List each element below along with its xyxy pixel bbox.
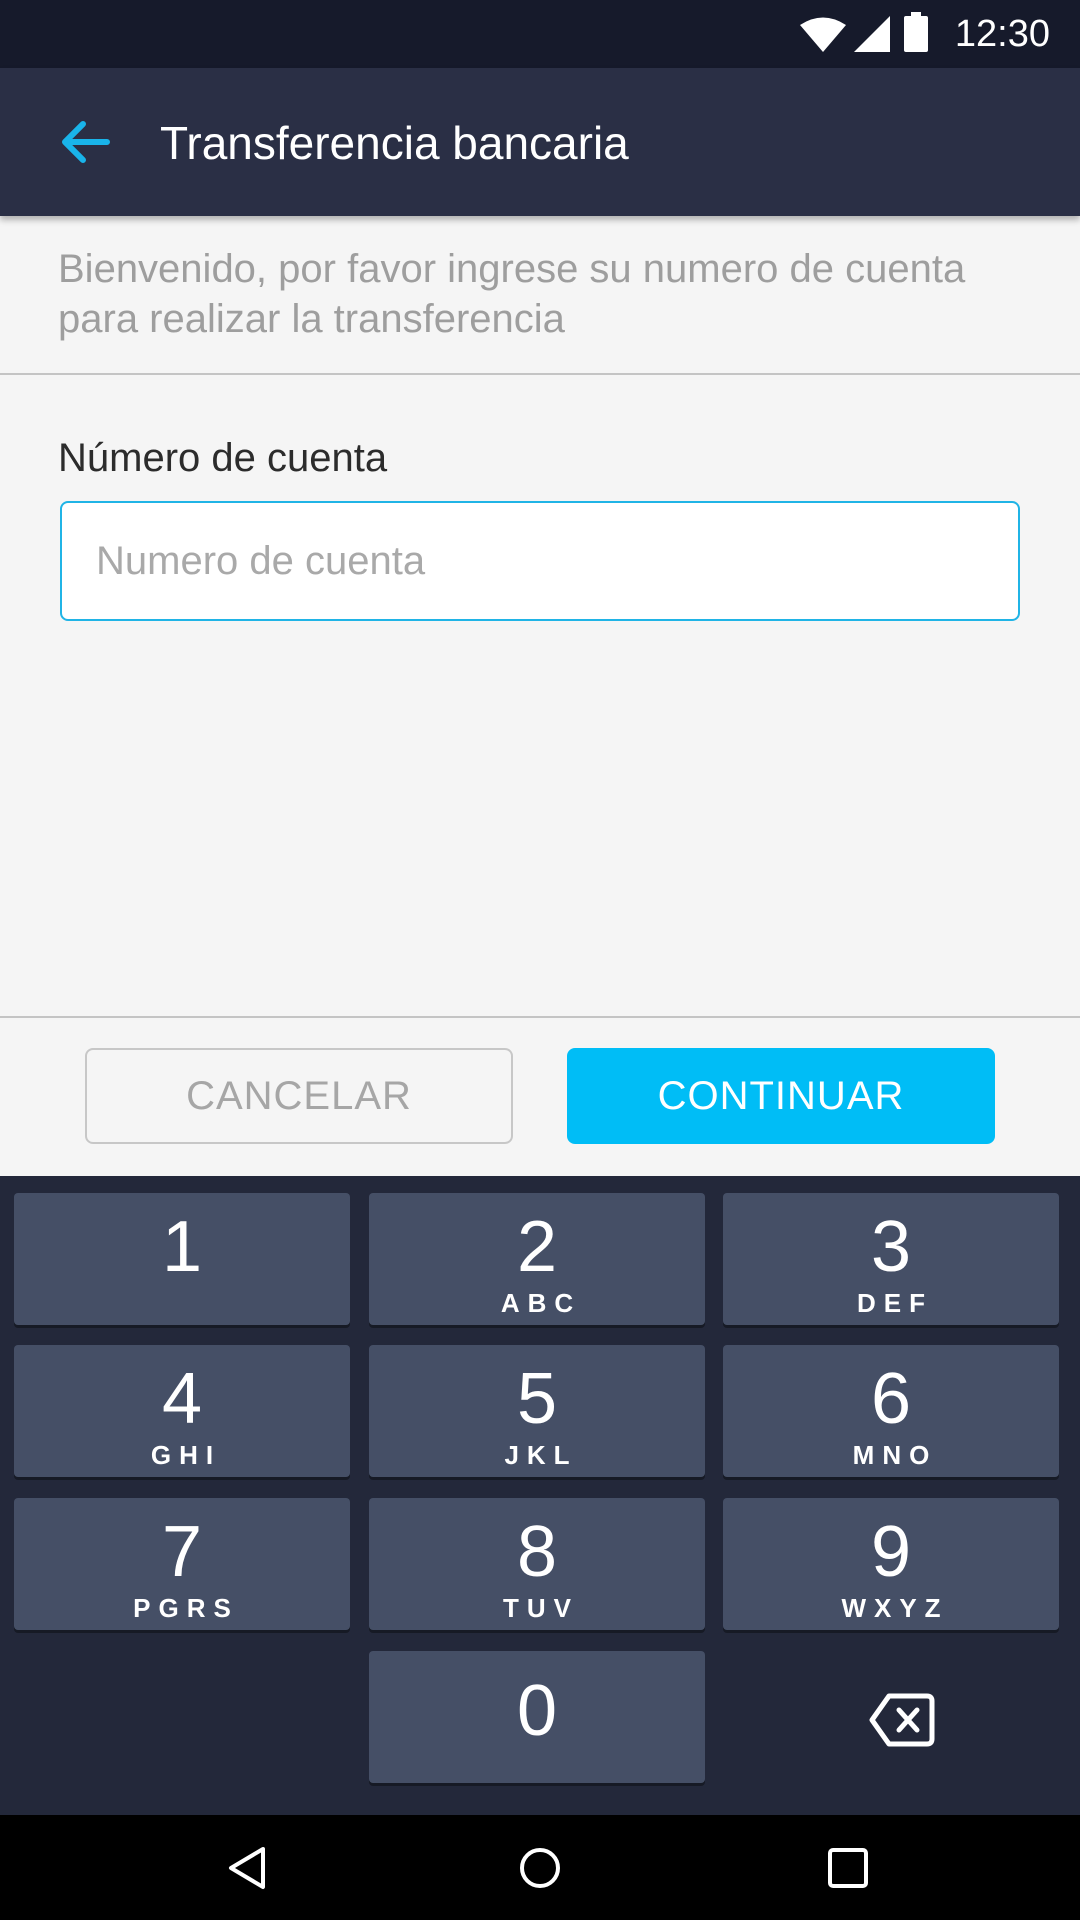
nav-recents-button[interactable] (803, 1833, 893, 1903)
backspace-button[interactable] (850, 1680, 954, 1760)
key-digit: 8 (516, 1512, 558, 1592)
key-digit: 9 (870, 1512, 912, 1592)
backspace-icon (869, 1693, 935, 1747)
key-9[interactable]: 9 WXYZ (723, 1498, 1059, 1630)
key-letters: MNO (852, 1440, 938, 1470)
key-6[interactable]: 6 MNO (723, 1345, 1059, 1477)
key-3[interactable]: 3 DEF (723, 1193, 1059, 1325)
key-7[interactable]: 7 PGRS (14, 1498, 350, 1630)
key-digit: 6 (870, 1359, 912, 1439)
arrow-back-icon (62, 121, 110, 163)
key-4[interactable]: 4 GHI (14, 1345, 350, 1477)
key-letters: WXYZ (841, 1593, 949, 1623)
key-letters: DEF (857, 1288, 933, 1318)
key-letters: ABC (500, 1288, 582, 1318)
nav-home-icon (520, 1848, 560, 1888)
key-2[interactable]: 2 ABC (369, 1193, 705, 1325)
key-digit: 0 (516, 1671, 558, 1751)
key-digit: 2 (516, 1207, 558, 1287)
status-bar: 12:30 (0, 0, 1080, 68)
system-nav-bar (0, 1815, 1080, 1920)
key-letters: GHI (150, 1440, 222, 1470)
app-bar: Transferencia bancaria (0, 68, 1080, 216)
cellular-signal-icon (854, 16, 890, 52)
key-letters: JKL (504, 1440, 578, 1470)
nav-back-icon (229, 1847, 265, 1889)
continue-button[interactable]: CONTINUAR (567, 1048, 995, 1144)
battery-icon (904, 12, 928, 52)
account-number-input[interactable] (60, 501, 1020, 621)
divider (0, 1016, 1080, 1018)
key-digit: 4 (161, 1359, 203, 1439)
status-time: 12:30 (954, 13, 1050, 55)
key-digit: 5 (516, 1359, 558, 1439)
cancel-button[interactable]: CANCELAR (85, 1048, 513, 1144)
nav-home-button[interactable] (495, 1833, 585, 1903)
account-number-label: Número de cuenta (58, 436, 388, 480)
back-button[interactable] (40, 104, 130, 180)
key-8[interactable]: 8 TUV (369, 1498, 705, 1630)
page-title: Transferencia bancaria (160, 117, 629, 169)
key-letters: TUV (503, 1593, 579, 1623)
key-digit: 7 (161, 1512, 203, 1592)
nav-back-button[interactable] (202, 1833, 292, 1903)
nav-recents-icon (828, 1848, 868, 1888)
key-5[interactable]: 5 JKL (369, 1345, 705, 1477)
key-digit: 3 (870, 1207, 912, 1287)
wifi-icon (800, 17, 846, 52)
key-0[interactable]: 0 (369, 1651, 705, 1783)
divider (0, 373, 1080, 375)
key-digit: 1 (161, 1207, 203, 1287)
key-letters: PGRS (133, 1593, 239, 1623)
key-1[interactable]: 1 (14, 1193, 350, 1325)
intro-text: Bienvenido, por favor ingrese su numero … (58, 247, 966, 341)
